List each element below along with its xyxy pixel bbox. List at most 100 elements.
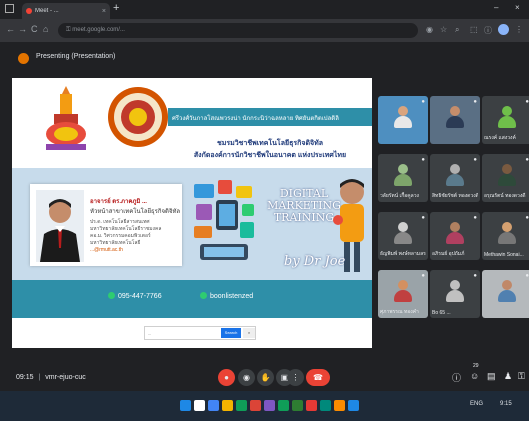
- extensions-icon[interactable]: ⬚: [470, 25, 478, 34]
- browser-menu-icon[interactable]: ⋮: [515, 25, 523, 34]
- participant-tile[interactable]: ●: [482, 270, 529, 318]
- system-clock[interactable]: 9:15: [500, 401, 512, 407]
- participant-tile[interactable]: ●: [430, 96, 480, 144]
- search-icon[interactable]: ⌕: [455, 25, 459, 35]
- close-window-button[interactable]: ×: [515, 3, 520, 12]
- avatar-head: [398, 106, 408, 116]
- presenting-label: Presenting (Presentation): [36, 53, 116, 60]
- taskbar-app-icon[interactable]: [208, 400, 219, 411]
- participant-name: วลัยรัตน์ เกื้อคูลวง: [380, 193, 419, 199]
- muted-mic-icon: ●: [473, 99, 477, 105]
- raise-hand-icon[interactable]: ✋: [257, 369, 274, 386]
- taskbar-app-icon[interactable]: [334, 400, 345, 411]
- participant-name: สิทธิชัยรัชต์ ทองดวงดี: [432, 193, 478, 199]
- meet-favicon-icon: [26, 8, 32, 14]
- avatar-head: [450, 222, 460, 232]
- chat-icon[interactable]: ▤: [487, 371, 496, 382]
- avatar-head: [450, 280, 460, 290]
- avatar-head: [450, 106, 460, 116]
- tab-close-icon[interactable]: ×: [102, 8, 106, 15]
- taskbar-app-icon[interactable]: [236, 400, 247, 411]
- avatar-body: [498, 232, 516, 244]
- taskbar-app-icon[interactable]: [264, 400, 275, 411]
- muted-mic-icon: ●: [525, 273, 529, 279]
- avatar-head: [398, 222, 408, 232]
- reload-button[interactable]: C: [31, 24, 38, 34]
- participant-tile[interactable]: ● วลัยรัตน์ เกื้อคูลวง: [378, 154, 428, 202]
- participant-name: อภิรมย์ อุปถัมภ์: [432, 251, 465, 257]
- university-crest-icon: [46, 86, 86, 150]
- meeting-code: vmr-ejuo-cuc: [45, 374, 86, 381]
- input-language[interactable]: ENG: [470, 401, 483, 407]
- taskbar-app-icon[interactable]: [348, 400, 359, 411]
- end-call-icon[interactable]: ☎: [306, 369, 330, 386]
- activities-icon[interactable]: ♟: [504, 371, 512, 382]
- participant-tile[interactable]: ●: [378, 96, 428, 144]
- forward-button[interactable]: →: [18, 24, 27, 34]
- sync-icon[interactable]: ⓘ: [484, 25, 492, 36]
- participant-tile[interactable]: ● Bo 65 ...: [430, 270, 480, 318]
- people-icon[interactable]: ☺: [470, 371, 479, 381]
- more-icon[interactable]: ⋮: [287, 369, 304, 386]
- back-button[interactable]: ←: [6, 24, 15, 34]
- participant-avatar: [498, 280, 516, 302]
- participant-name: Bo 65 ...: [432, 310, 451, 316]
- slide-search-button[interactable]: Search: [221, 328, 241, 338]
- participant-tile[interactable]: ● ณรงค์ แสงวงค์: [482, 96, 529, 144]
- muted-mic-icon: ●: [525, 157, 529, 163]
- taskbar-app-icon[interactable]: [194, 400, 205, 411]
- speaker-name: อาจารย์ ดร.ภาคภูมิ ...: [90, 199, 147, 205]
- participant-avatar: [498, 222, 516, 244]
- slide-search-close[interactable]: ×: [243, 328, 255, 338]
- window-menu-icon[interactable]: [5, 4, 14, 13]
- participant-tile[interactable]: ● ศุภาพรรณ ทองคำ: [378, 270, 428, 318]
- avatar-body: [498, 174, 516, 186]
- mic-off-icon[interactable]: ●: [218, 369, 235, 386]
- participant-tile[interactable]: ● ธัญพิมพ์ พงษ์หลามลร: [378, 212, 428, 260]
- new-tab-button[interactable]: +: [113, 2, 119, 14]
- meeting-time-code: 09:15 | vmr-ejuo-cuc: [16, 374, 86, 381]
- avatar-body: [446, 290, 464, 302]
- line-id: boonlistenzed: [210, 293, 254, 300]
- participant-tile[interactable]: ● อรุณรัตน์ ทองดวงดี: [482, 154, 529, 202]
- speaker-role: หัวหน้าสาขาเทคโนโลยีธุรกิจดิจิทัล: [90, 209, 181, 215]
- org-title-line-2: สังกัดองค์การนักวิชาชีพในอนาคต แห่งประเท…: [193, 152, 347, 159]
- avatar-head: [502, 280, 512, 290]
- taskbar-app-icon[interactable]: [180, 400, 191, 411]
- speaker-photo: [36, 190, 84, 262]
- participant-name: ธัญพิมพ์ พงษ์หลามลร: [380, 251, 426, 257]
- address-bar[interactable]: ⚿ meet.google.com/...: [58, 23, 418, 38]
- browser-tab[interactable]: Meet - ... ×: [22, 3, 110, 19]
- minimize-button[interactable]: –: [494, 3, 498, 12]
- camera-icon[interactable]: ◉: [238, 369, 255, 386]
- avatar-body: [394, 174, 412, 186]
- participant-name: Methawin Sonai...: [484, 252, 524, 258]
- participant-avatar: [394, 280, 412, 302]
- camera-indicator-icon[interactable]: ◉: [426, 25, 433, 34]
- byline: by Dr Joe: [284, 254, 346, 269]
- avatar-head: [502, 222, 512, 232]
- taskbar-app-icon[interactable]: [292, 400, 303, 411]
- tab-title: Meet - ...: [35, 8, 59, 14]
- participant-tile[interactable]: ● สิทธิชัยรัชต์ ทองดวงดี: [430, 154, 480, 202]
- browser-tab-bar: Meet - ... × + – ×: [0, 0, 529, 19]
- contact-band: [12, 280, 372, 318]
- taskbar-app-icon[interactable]: [222, 400, 233, 411]
- muted-mic-icon: ●: [421, 273, 425, 279]
- muted-mic-icon: ●: [473, 215, 477, 221]
- meeting-info-icon[interactable]: ⓘ: [452, 371, 461, 384]
- host-controls-icon[interactable]: ⚿: [518, 371, 525, 382]
- participant-tile[interactable]: ● Methawin Sonai...: [482, 212, 529, 260]
- participant-tile[interactable]: ● อภิรมย์ อุปถัมภ์: [430, 212, 480, 260]
- org-title-line-1: ชมรมวิชาชีพเทคโนโลยีธุรกิจดิจิทัล: [216, 140, 324, 147]
- meeting-stage: ศรีวงศ์วันกาลโสณพวรงน่า นักกระนิว่าฉลหลา…: [0, 74, 529, 365]
- profile-avatar[interactable]: [498, 24, 509, 35]
- home-button[interactable]: ⌂: [43, 24, 48, 34]
- participant-name: อรุณรัตน์ ทองดวงดี: [484, 193, 526, 199]
- avatar-head: [398, 164, 408, 174]
- bookmark-star-icon[interactable]: ☆: [440, 25, 447, 34]
- taskbar-app-icon[interactable]: [250, 400, 261, 411]
- taskbar-app-icon[interactable]: [320, 400, 331, 411]
- taskbar-app-icon[interactable]: [306, 400, 317, 411]
- taskbar-app-icon[interactable]: [278, 400, 289, 411]
